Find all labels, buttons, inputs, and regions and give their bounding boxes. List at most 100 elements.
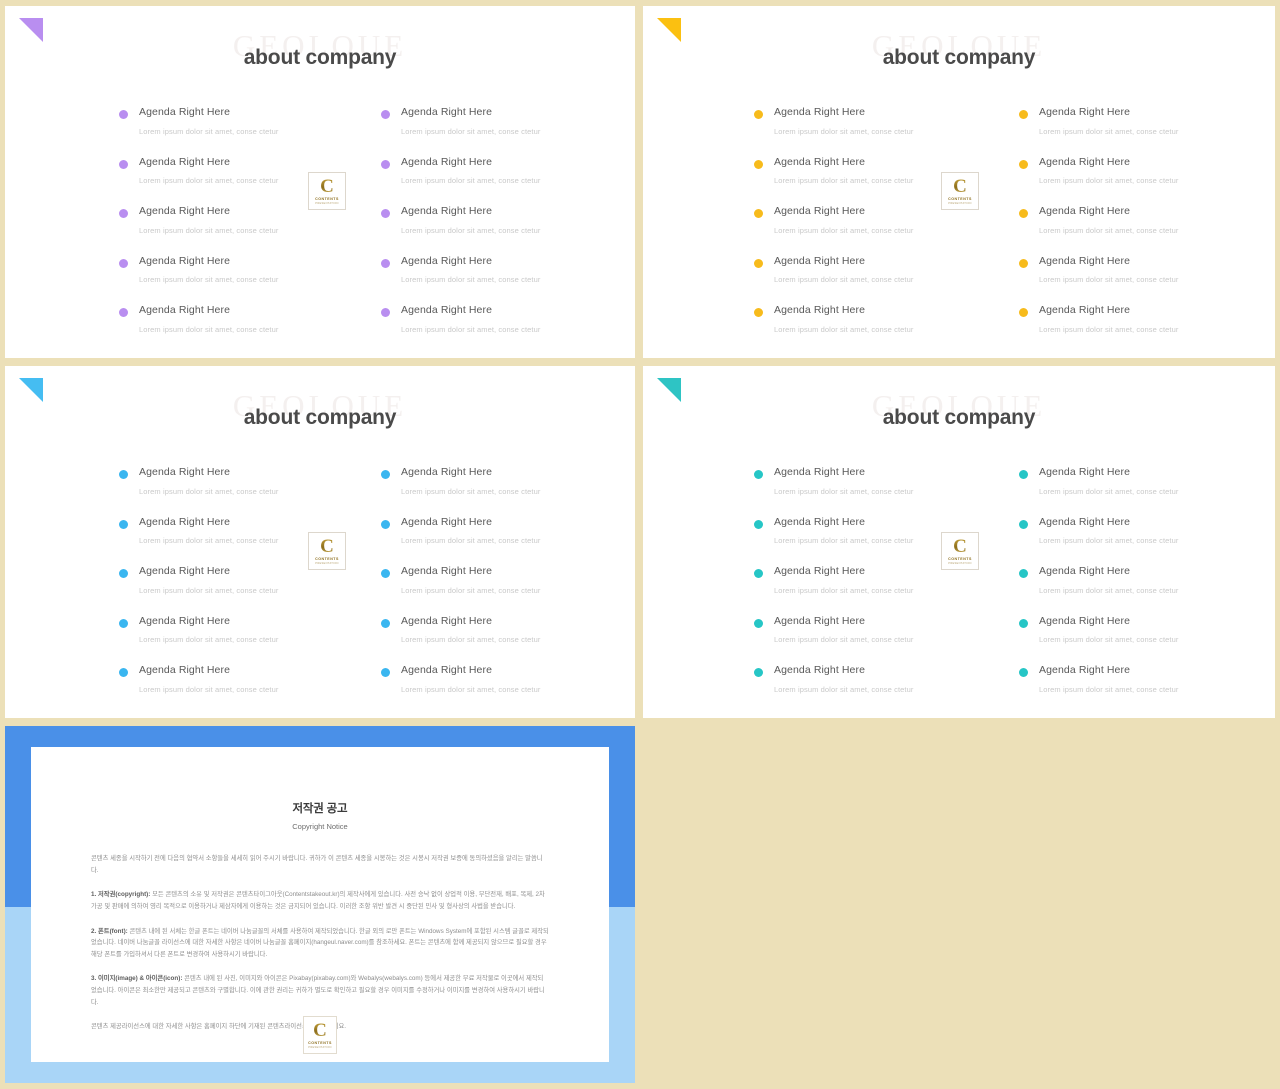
agenda-item[interactable]: Agenda Right Here Lorem ipsum dolor sit a… xyxy=(1013,664,1268,694)
agenda-item-subtext: Lorem ipsum dolor sit amet, conse ctetur xyxy=(139,486,279,496)
agenda-item-heading: Agenda Right Here xyxy=(1039,254,1131,267)
agenda-item-heading: Agenda Right Here xyxy=(774,155,866,168)
agenda-item[interactable]: Agenda Right Here Lorem ipsum dolor sit a… xyxy=(748,304,998,334)
copyright-paper: 저작권 공고 Copyright Notice 콘텐츠 세종을 시작하기 전에 … xyxy=(31,747,609,1062)
bullet-dot-icon xyxy=(381,519,390,529)
agenda-item-heading: Agenda Right Here xyxy=(401,106,493,118)
agenda-item-subtext: Lorem ipsum dolor sit amet, conse ctetur xyxy=(139,275,279,285)
agenda-item-subtext: Lorem ipsum dolor sit amet, conse ctetur xyxy=(774,126,914,136)
agenda-item-subtext: Lorem ipsum dolor sit amet, conse ctetur xyxy=(1039,176,1179,186)
agenda-item-subtext: Lorem ipsum dolor sit amet, conse ctetur xyxy=(774,684,914,694)
bullet-dot-icon xyxy=(1019,308,1028,318)
bullet-dot-icon xyxy=(119,308,128,318)
agenda-column-left: Agenda Right Here Lorem ipsum dolor sit a… xyxy=(113,466,363,714)
agenda-item[interactable]: Agenda Right Here Lorem ipsum dolor sit a… xyxy=(1013,516,1268,545)
agenda-item-heading: Agenda Right Here xyxy=(401,614,493,627)
copyright-paragraph-1: 1. 저작권(copyright): 모든 콘텐츠의 소유 및 저작권은 콘텐츠… xyxy=(91,889,549,912)
agenda-item[interactable]: Agenda Right Here Lorem ipsum dolor sit a… xyxy=(748,466,998,496)
copyright-paragraph-3: 3. 이미지(image) & 아이콘(icon): 콘텐츠 내에 된 사진, … xyxy=(91,973,549,1008)
agenda-item-subtext: Lorem ipsum dolor sit amet, conse ctetur xyxy=(139,585,279,595)
agenda-item[interactable]: Agenda Right Here Lorem ipsum dolor sit a… xyxy=(1013,304,1268,334)
slide-title: about company xyxy=(243,46,397,69)
agenda-item[interactable]: Agenda Right Here Lorem ipsum dolor sit a… xyxy=(748,106,998,136)
bullet-dot-icon xyxy=(1019,668,1028,678)
agenda-item[interactable]: Agenda Right Here Lorem ipsum dolor sit a… xyxy=(748,664,998,694)
slide-purple[interactable]: GEOLOUE about company Agenda Right Here Lor… xyxy=(5,6,635,358)
agenda-item[interactable]: Agenda Right Here Lorem ipsum dolor sit a… xyxy=(113,614,363,644)
agenda-item[interactable]: Agenda Right Here Lorem ipsum dolor sit a… xyxy=(1013,254,1268,284)
agenda-item-heading: Agenda Right Here xyxy=(139,614,231,627)
contents-logo-card: C CONTENTS PRESENTATION xyxy=(941,172,979,210)
agenda-item-heading: Agenda Right Here xyxy=(1039,106,1131,118)
agenda-item[interactable]: Agenda Right Here Lorem ipsum dolor sit a… xyxy=(113,106,363,136)
bullet-dot-icon xyxy=(381,110,390,119)
agenda-item-subtext: Lorem ipsum dolor sit amet, conse ctetur xyxy=(774,324,914,334)
bullet-dot-icon xyxy=(381,258,390,268)
agenda-item-subtext: Lorem ipsum dolor sit amet, conse ctetur xyxy=(1039,324,1179,334)
agenda-item[interactable]: Agenda Right Here Lorem ipsum dolor sit a… xyxy=(375,614,625,644)
agenda-item-heading: Agenda Right Here xyxy=(401,254,493,267)
agenda-item-heading: Agenda Right Here xyxy=(1039,304,1131,317)
agenda-item[interactable]: Agenda Right Here Lorem ipsum dolor sit a… xyxy=(1013,205,1268,235)
bullet-dot-icon xyxy=(119,159,128,169)
agenda-item[interactable]: Agenda Right Here Lorem ipsum dolor sit a… xyxy=(375,466,625,496)
agenda-item[interactable]: Agenda Right Here Lorem ipsum dolor sit a… xyxy=(748,254,998,284)
agenda-item-heading: Agenda Right Here xyxy=(139,515,231,528)
slide-yellow[interactable]: GEOLOUE about company Agenda Right Here Lor… xyxy=(643,6,1275,358)
agenda-item[interactable]: Agenda Right Here Lorem ipsum dolor sit a… xyxy=(375,254,625,284)
copyright-paragraph-2-label: 2. 폰트(font): xyxy=(91,927,128,935)
agenda-item-heading: Agenda Right Here xyxy=(774,254,866,267)
contents-logo-watermark: C CONTENTS PRESENTATION xyxy=(303,1016,337,1054)
agenda-item[interactable]: Agenda Right Here Lorem ipsum dolor sit a… xyxy=(113,664,363,694)
bullet-dot-icon xyxy=(381,159,390,169)
agenda-item[interactable]: Agenda Right Here Lorem ipsum dolor sit a… xyxy=(375,664,625,694)
agenda-item-subtext: Lorem ipsum dolor sit amet, conse ctetur xyxy=(774,486,914,496)
agenda-item[interactable]: Agenda Right Here Lorem ipsum dolor sit a… xyxy=(375,516,625,546)
bullet-dot-icon xyxy=(119,519,128,529)
agenda-item[interactable]: Agenda Right Here Lorem ipsum dolor sit a… xyxy=(375,205,625,235)
bullet-dot-icon xyxy=(1019,519,1028,529)
agenda-item-heading: Agenda Right Here xyxy=(139,106,231,118)
agenda-item-heading: Agenda Right Here xyxy=(401,565,493,578)
agenda-item-subtext: Lorem ipsum dolor sit amet, conse ctetur xyxy=(1039,684,1179,694)
agenda-item[interactable]: Agenda Right Here Lorem ipsum dolor sit a… xyxy=(748,615,998,644)
agenda-item-heading: Agenda Right Here xyxy=(139,664,231,677)
bullet-dot-icon xyxy=(754,258,763,268)
agenda-item[interactable]: Agenda Right Here Lorem ipsum dolor sit a… xyxy=(113,304,363,334)
agenda-item[interactable]: Agenda Right Here Lorem ipsum dolor sit a… xyxy=(1013,156,1268,186)
agenda-item-subtext: Lorem ipsum dolor sit amet, conse ctetur xyxy=(401,536,541,546)
agenda-item[interactable]: Agenda Right Here Lorem ipsum dolor sit a… xyxy=(113,466,363,496)
agenda-item[interactable]: Agenda Right Here Lorem ipsum dolor sit a… xyxy=(1013,106,1268,136)
copyright-title: 저작권 공고 xyxy=(292,803,348,815)
contents-logo-card: C CONTENTS PRESENTATION xyxy=(308,172,346,210)
agenda-item[interactable]: Agenda Right Here Lorem ipsum dolor sit a… xyxy=(1013,565,1268,595)
copyright-paragraph-2: 2. 폰트(font): 콘텐츠 내에 된 서체는 한글 폰트는 네이버 나눔글… xyxy=(91,926,549,961)
agenda-item[interactable]: Agenda Right Here Lorem ipsum dolor sit a… xyxy=(375,106,625,136)
bullet-dot-icon xyxy=(119,668,128,678)
agenda-item-heading: Agenda Right Here xyxy=(1039,664,1131,677)
logo-tagline: PRESENTATION xyxy=(315,562,339,565)
agenda-item[interactable]: Agenda Right Here Lorem ipsum dolor sit a… xyxy=(375,565,625,595)
logo-letter: C xyxy=(953,536,967,557)
copyright-slide[interactable]: 저작권 공고 Copyright Notice 콘텐츠 세종을 시작하기 전에 … xyxy=(5,726,635,1083)
agenda-item[interactable]: Agenda Right Here Lorem ipsum dolor sit a… xyxy=(375,304,625,334)
bullet-dot-icon xyxy=(1019,618,1028,628)
agenda-item[interactable]: Agenda Right Here Lorem ipsum dolor sit a… xyxy=(113,255,363,285)
slide-deck-overview: GEOLOUE about company Agenda Right Here Lor… xyxy=(0,0,1280,1089)
agenda-item-heading: Agenda Right Here xyxy=(401,664,493,677)
agenda-item[interactable]: Agenda Right Here Lorem ipsum dolor sit a… xyxy=(375,156,625,185)
slide-teal[interactable]: GEOLOUE about company Agenda Right Here Lor… xyxy=(643,366,1275,718)
slide-blue[interactable]: GEOLOUE about company Agenda Right Here Lor… xyxy=(5,366,635,718)
copyright-intro: 콘텐츠 세종을 시작하기 전에 다음의 협약서 소항들을 세세히 읽어 주시기 … xyxy=(91,855,543,874)
agenda-item[interactable]: Agenda Right Here Lorem ipsum dolor sit a… xyxy=(1013,466,1268,496)
agenda-item-heading: Agenda Right Here xyxy=(139,304,231,317)
agenda-item-subtext: Lorem ipsum dolor sit amet, conse ctetur xyxy=(1039,126,1179,136)
agenda-item-heading: Agenda Right Here xyxy=(401,466,493,478)
logo-tagline: PRESENTATION xyxy=(948,562,972,565)
agenda-item[interactable]: Agenda Right Here Lorem ipsum dolor sit a… xyxy=(1013,615,1268,644)
agenda-column-left: Agenda Right Here Lorem ipsum dolor sit a… xyxy=(748,106,998,354)
agenda-item-subtext: Lorem ipsum dolor sit amet, conse ctetur xyxy=(401,585,541,595)
logo-word: CONTENTS xyxy=(315,197,339,201)
bullet-dot-icon xyxy=(754,110,763,119)
copyright-paragraph-1-text: 모든 콘텐츠의 소유 및 저작권은 콘텐츠타이그아웃(Contentstakeo… xyxy=(91,891,545,910)
